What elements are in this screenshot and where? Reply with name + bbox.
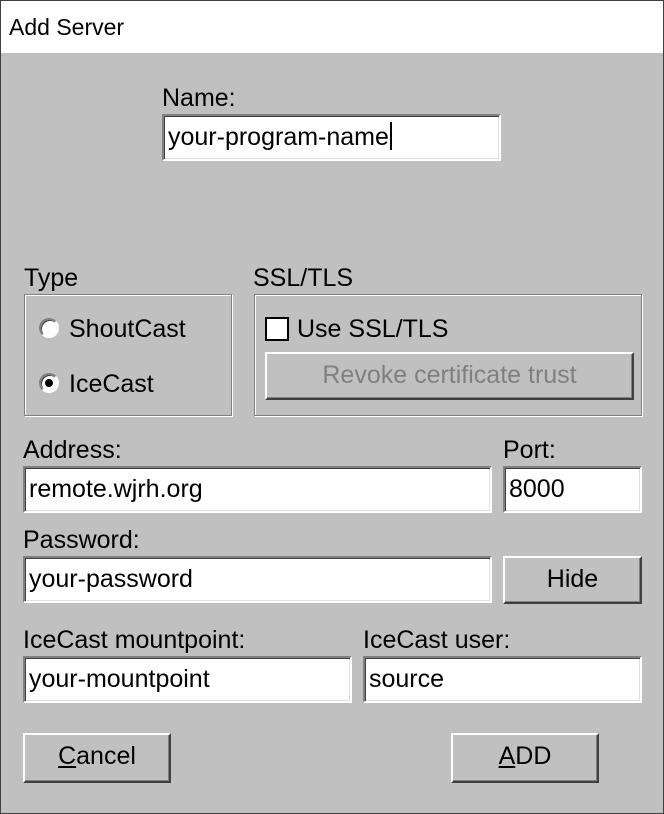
port-field[interactable]: 8000 — [503, 466, 642, 513]
use-ssl-checkbox[interactable]: Use SSL/TLS — [265, 315, 495, 347]
address-field[interactable]: remote.wjrh.org — [23, 466, 492, 513]
cancel-label: ancel — [76, 742, 136, 770]
radio-checked-icon — [39, 373, 59, 393]
radio-shoutcast-label: ShoutCast — [69, 315, 186, 343]
checkbox-icon — [265, 317, 289, 341]
name-label: Name: — [162, 84, 236, 112]
type-group: ShoutCast IceCast — [24, 294, 232, 416]
type-group-label: Type — [24, 264, 79, 292]
revoke-certificate-button[interactable]: Revoke certificate trust — [265, 352, 634, 400]
ssl-group: Use SSL/TLS Revoke certificate trust — [254, 294, 642, 416]
mountpoint-field[interactable]: your-mountpoint — [23, 656, 352, 703]
ssl-group-label: SSL/TLS — [253, 264, 354, 292]
name-value: your-program-name — [168, 123, 389, 151]
port-label: Port: — [503, 436, 556, 464]
radio-shoutcast[interactable]: ShoutCast — [39, 315, 219, 345]
title-bar[interactable]: Add Server — [1, 1, 663, 53]
cancel-mnemonic: C — [58, 742, 77, 770]
name-field[interactable]: your-program-name — [162, 114, 501, 161]
radio-icecast[interactable]: IceCast — [39, 370, 219, 400]
mountpoint-label: IceCast mountpoint: — [23, 626, 246, 654]
radio-circle-icon — [39, 318, 59, 338]
window-title: Add Server — [9, 14, 125, 40]
password-field[interactable]: your-password — [23, 556, 492, 603]
add-label: DD — [515, 742, 552, 770]
address-label: Address: — [23, 436, 122, 464]
user-label: IceCast user: — [363, 626, 511, 654]
add-button[interactable]: ADD — [451, 733, 599, 783]
password-label: Password: — [23, 526, 140, 554]
radio-icecast-label: IceCast — [69, 370, 154, 398]
add-mnemonic: A — [498, 742, 516, 770]
text-caret — [389, 122, 392, 151]
use-ssl-label: Use SSL/TLS — [297, 315, 449, 343]
add-server-dialog: Add Server Name: your-program-name Type … — [0, 0, 664, 814]
hide-password-button[interactable]: Hide — [503, 556, 642, 604]
user-field[interactable]: source — [363, 656, 642, 703]
cancel-button[interactable]: Cancel — [23, 733, 171, 783]
